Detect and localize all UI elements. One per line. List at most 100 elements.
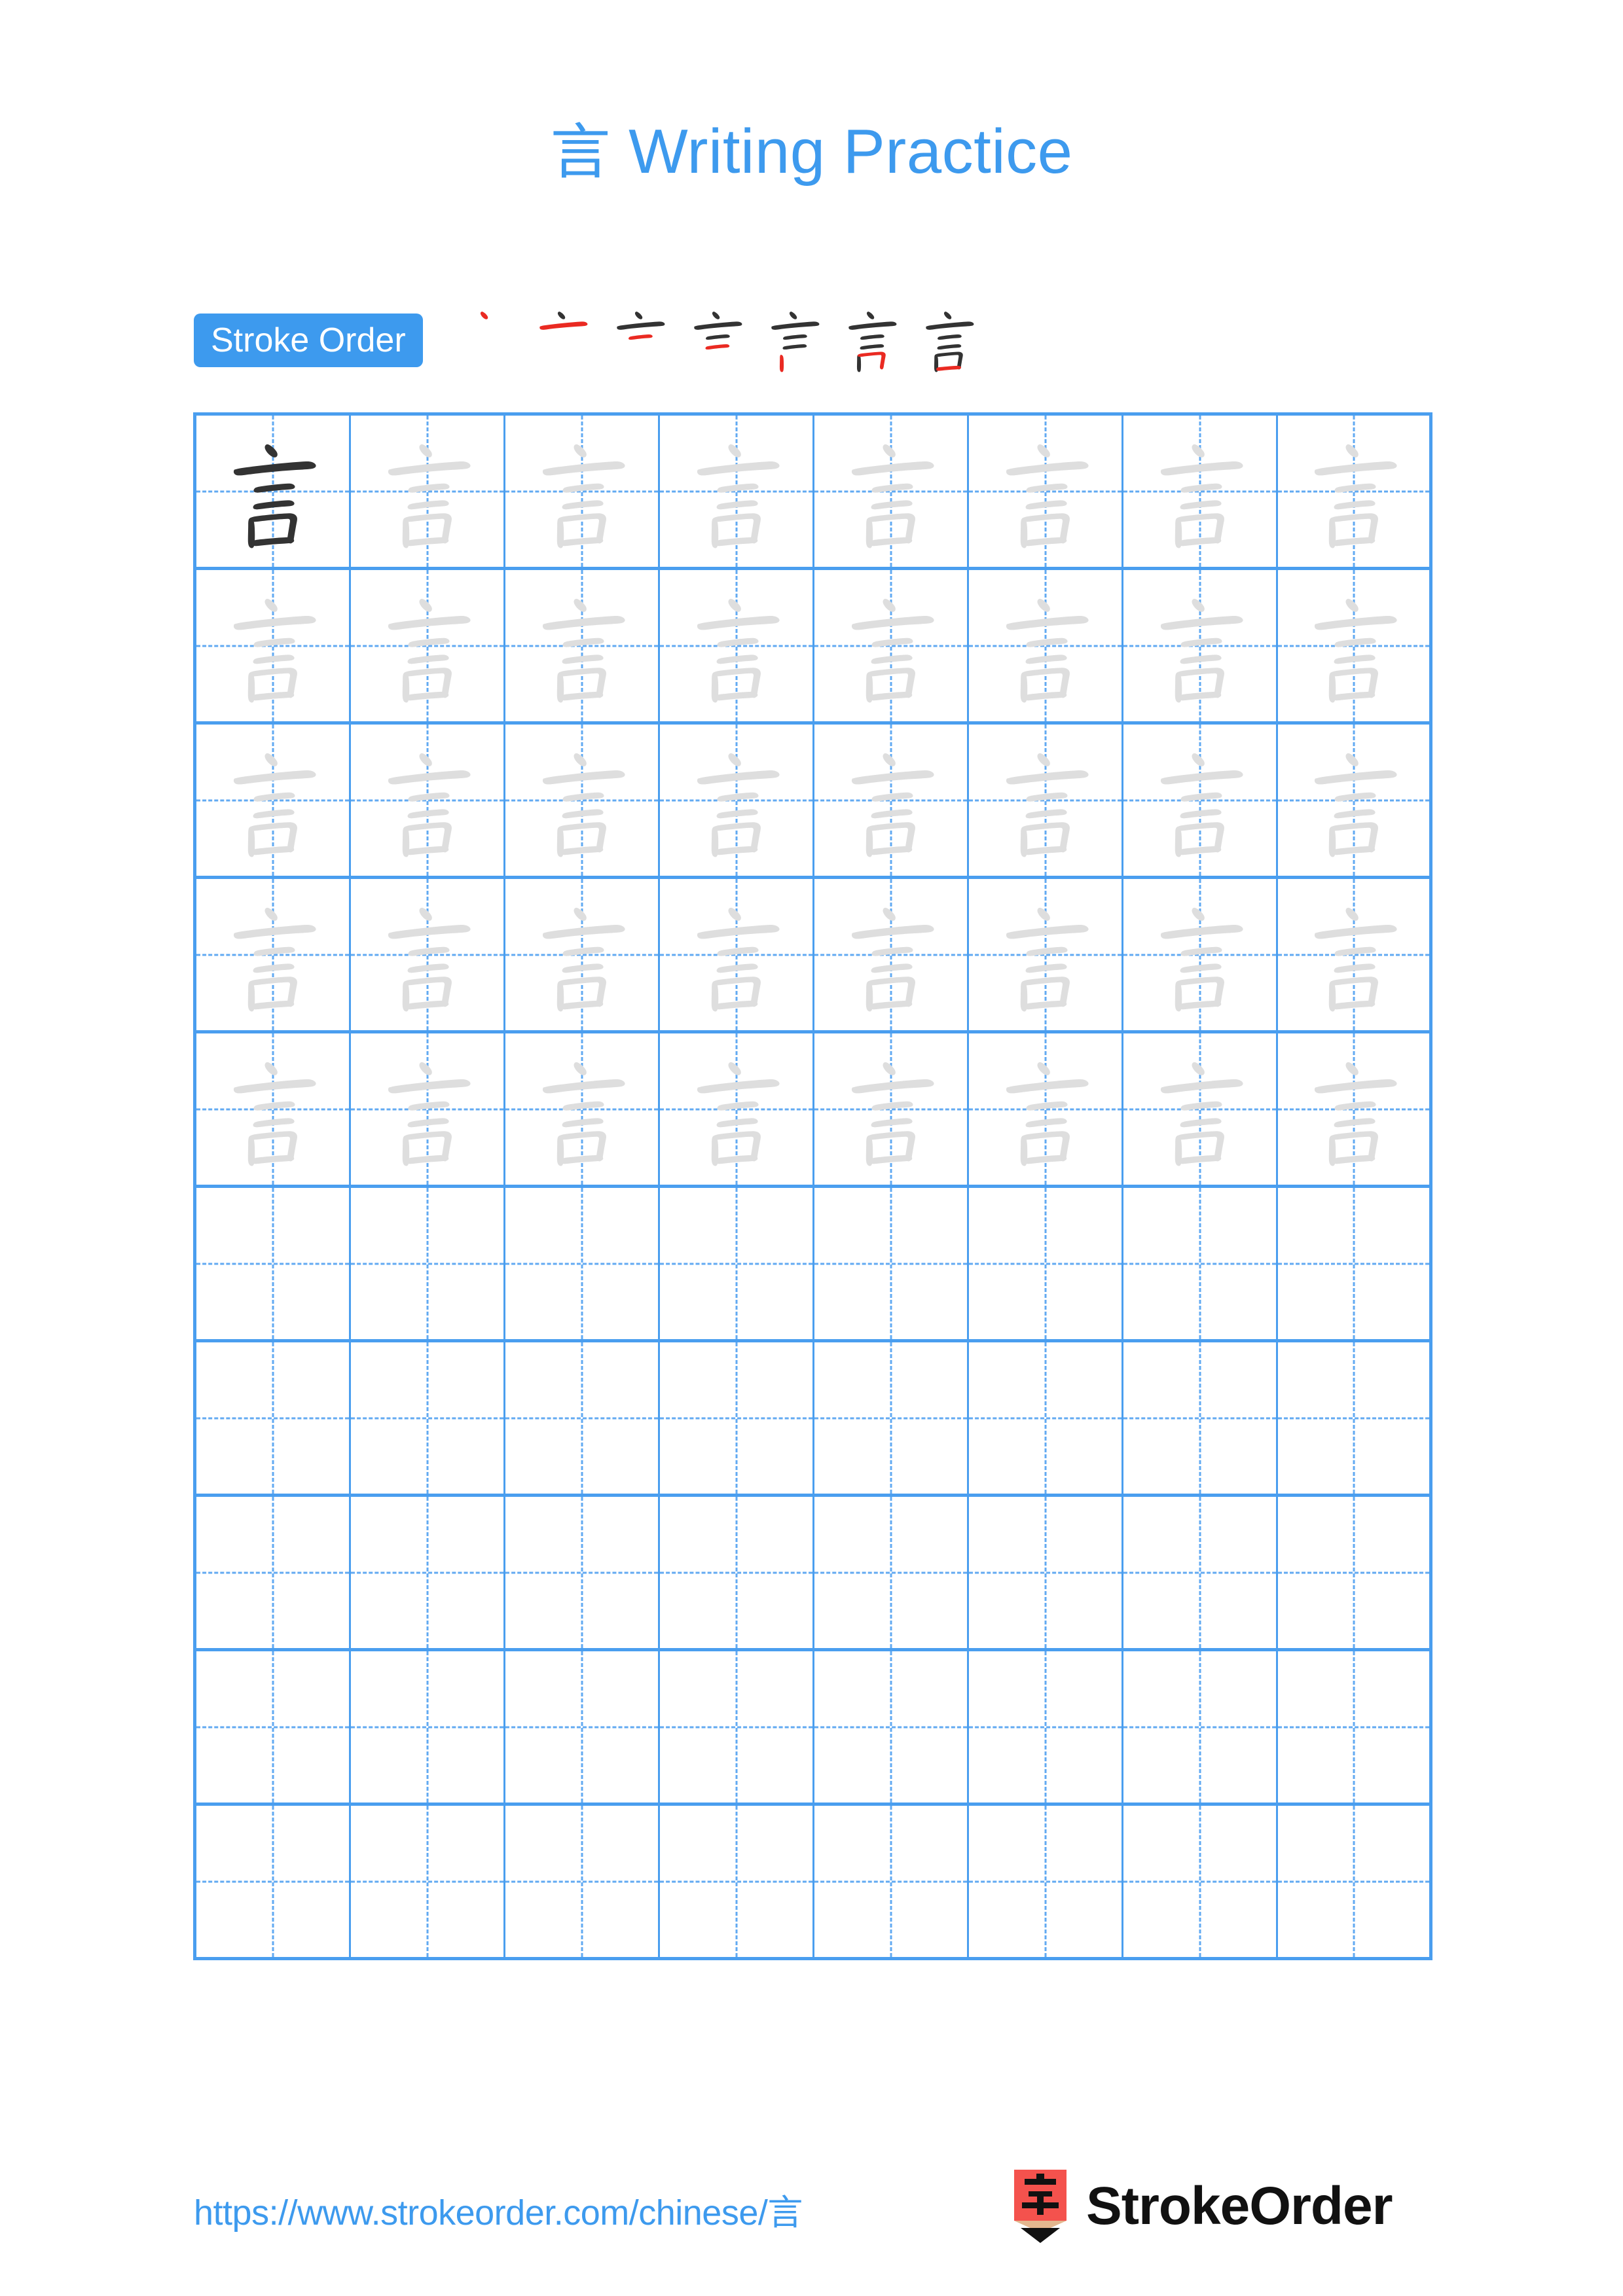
practice-cell-r5-c1[interactable] (196, 1033, 351, 1188)
practice-cell-r7-c2[interactable] (351, 1342, 505, 1497)
practice-cell-r2-c1[interactable] (196, 570, 351, 725)
practice-cell-r8-c2[interactable] (351, 1497, 505, 1651)
practice-cell-r10-c8[interactable] (1278, 1806, 1432, 1960)
page-title: 言 Writing Practice (0, 103, 1623, 190)
practice-cell-r4-c1[interactable] (196, 879, 351, 1033)
practice-cell-r1-c2[interactable] (351, 416, 505, 570)
practice-cell-r5-c7[interactable] (1123, 1033, 1278, 1188)
practice-cell-r3-c3[interactable] (505, 725, 660, 879)
practice-cell-r6-c7[interactable] (1123, 1188, 1278, 1342)
practice-cell-r9-c3[interactable] (505, 1651, 660, 1806)
practice-cell-r4-c8[interactable] (1278, 879, 1432, 1033)
character-trace-glyph (196, 879, 349, 1030)
character-trace-glyph (196, 1033, 349, 1185)
practice-cell-r8-c6[interactable] (969, 1497, 1123, 1651)
practice-cell-r7-c3[interactable] (505, 1342, 660, 1497)
character-trace-glyph (1123, 725, 1276, 876)
character-trace-glyph (505, 416, 658, 567)
practice-cell-r5-c5[interactable] (814, 1033, 969, 1188)
practice-cell-r3-c8[interactable] (1278, 725, 1432, 879)
practice-cell-r8-c7[interactable] (1123, 1497, 1278, 1651)
practice-cell-r3-c2[interactable] (351, 725, 505, 879)
practice-cell-r7-c6[interactable] (969, 1342, 1123, 1497)
practice-cell-r8-c3[interactable] (505, 1497, 660, 1651)
practice-cell-r5-c8[interactable] (1278, 1033, 1432, 1188)
pencil-character-icon (1012, 2170, 1069, 2243)
practice-cell-r2-c8[interactable] (1278, 570, 1432, 725)
practice-cell-r3-c6[interactable] (969, 725, 1123, 879)
practice-cell-r10-c1[interactable] (196, 1806, 351, 1960)
practice-cell-r10-c2[interactable] (351, 1806, 505, 1960)
practice-cell-r6-c2[interactable] (351, 1188, 505, 1342)
practice-cell-r7-c7[interactable] (1123, 1342, 1278, 1497)
practice-cell-r10-c6[interactable] (969, 1806, 1123, 1960)
practice-cell-r7-c8[interactable] (1278, 1342, 1432, 1497)
practice-cell-r4-c6[interactable] (969, 879, 1123, 1033)
character-trace-glyph (1278, 1033, 1429, 1185)
practice-cell-r3-c7[interactable] (1123, 725, 1278, 879)
practice-cell-r4-c3[interactable] (505, 879, 660, 1033)
practice-cell-r7-c5[interactable] (814, 1342, 969, 1497)
practice-cell-r10-c4[interactable] (660, 1806, 814, 1960)
practice-cell-r2-c6[interactable] (969, 570, 1123, 725)
practice-cell-r1-c6[interactable] (969, 416, 1123, 570)
character-trace-glyph (351, 725, 503, 876)
practice-cell-r8-c5[interactable] (814, 1497, 969, 1651)
practice-cell-r1-c4[interactable] (660, 416, 814, 570)
character-trace-glyph (196, 725, 349, 876)
character-trace-glyph (351, 879, 503, 1030)
practice-grid (193, 412, 1432, 1960)
practice-cell-r9-c4[interactable] (660, 1651, 814, 1806)
practice-cell-r6-c6[interactable] (969, 1188, 1123, 1342)
practice-cell-r8-c4[interactable] (660, 1497, 814, 1651)
practice-cell-r9-c6[interactable] (969, 1651, 1123, 1806)
practice-cell-r9-c2[interactable] (351, 1651, 505, 1806)
practice-cell-r8-c1[interactable] (196, 1497, 351, 1651)
character-trace-glyph (196, 570, 349, 721)
practice-cell-r10-c5[interactable] (814, 1806, 969, 1960)
practice-cell-r4-c2[interactable] (351, 879, 505, 1033)
footer-url[interactable]: https://www.strokeorder.com/chinese/言 (194, 2183, 803, 2235)
practice-cell-r2-c2[interactable] (351, 570, 505, 725)
practice-cell-r8-c8[interactable] (1278, 1497, 1432, 1651)
practice-cell-r2-c4[interactable] (660, 570, 814, 725)
character-trace-glyph (814, 570, 967, 721)
practice-cell-r5-c2[interactable] (351, 1033, 505, 1188)
practice-cell-r5-c4[interactable] (660, 1033, 814, 1188)
character-trace-glyph (505, 1033, 658, 1185)
character-trace-glyph (814, 725, 967, 876)
practice-cell-r5-c3[interactable] (505, 1033, 660, 1188)
practice-cell-r6-c1[interactable] (196, 1188, 351, 1342)
practice-cell-r4-c5[interactable] (814, 879, 969, 1033)
practice-cell-r1-c7[interactable] (1123, 416, 1278, 570)
practice-cell-r9-c5[interactable] (814, 1651, 969, 1806)
practice-cell-r10-c7[interactable] (1123, 1806, 1278, 1960)
practice-cell-r9-c1[interactable] (196, 1651, 351, 1806)
practice-cell-r9-c7[interactable] (1123, 1651, 1278, 1806)
practice-cell-r1-c8[interactable] (1278, 416, 1432, 570)
character-trace-glyph (351, 416, 503, 567)
practice-cell-r4-c4[interactable] (660, 879, 814, 1033)
practice-cell-r3-c1[interactable] (196, 725, 351, 879)
character-trace-glyph (660, 879, 812, 1030)
brand-logo: StrokeOrder (1012, 2170, 1393, 2243)
practice-cell-r10-c3[interactable] (505, 1806, 660, 1960)
practice-cell-r6-c3[interactable] (505, 1188, 660, 1342)
practice-cell-r6-c5[interactable] (814, 1188, 969, 1342)
practice-cell-r1-c5[interactable] (814, 416, 969, 570)
practice-cell-r3-c5[interactable] (814, 725, 969, 879)
practice-cell-r2-c7[interactable] (1123, 570, 1278, 725)
practice-cell-r5-c6[interactable] (969, 1033, 1123, 1188)
practice-cell-r6-c4[interactable] (660, 1188, 814, 1342)
stroke-order-section: Stroke Order (194, 308, 986, 373)
practice-cell-r6-c8[interactable] (1278, 1188, 1432, 1342)
practice-cell-r2-c3[interactable] (505, 570, 660, 725)
practice-cell-r7-c1[interactable] (196, 1342, 351, 1497)
practice-cell-r3-c4[interactable] (660, 725, 814, 879)
practice-cell-r7-c4[interactable] (660, 1342, 814, 1497)
practice-cell-r4-c7[interactable] (1123, 879, 1278, 1033)
practice-cell-r1-c3[interactable] (505, 416, 660, 570)
practice-cell-r1-c1[interactable] (196, 416, 351, 570)
practice-cell-r9-c8[interactable] (1278, 1651, 1432, 1806)
practice-cell-r2-c5[interactable] (814, 570, 969, 725)
